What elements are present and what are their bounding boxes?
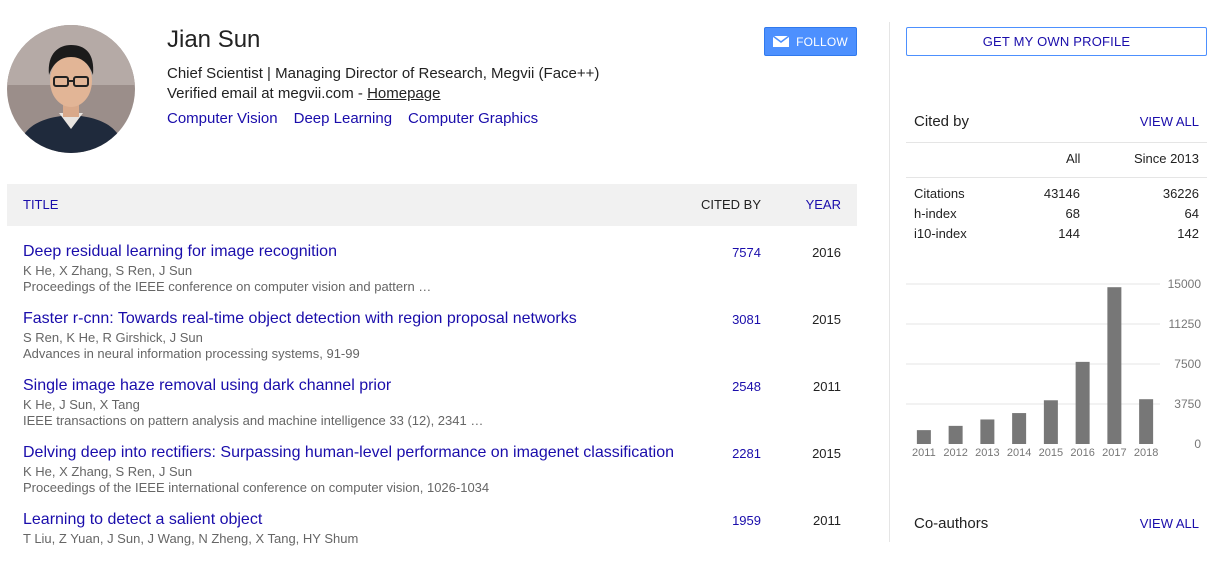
publication-title[interactable]: Learning to detect a salient object	[23, 511, 262, 529]
publication-year: 2015	[812, 312, 841, 327]
chart-bar	[980, 419, 995, 444]
table-row: Deep residual learning for image recogni…	[7, 243, 857, 310]
publication-authors: K He, X Zhang, S Ren, J Sun	[23, 263, 193, 278]
x-tick-label: 2013	[975, 447, 999, 459]
publication-year: 2016	[812, 245, 841, 260]
publication-year: 2015	[812, 446, 841, 461]
publication-venue: Proceedings of the IEEE conference on co…	[23, 279, 432, 294]
cited-by-count[interactable]: 2281	[732, 446, 761, 461]
interest-computer-vision[interactable]: Computer Vision	[167, 110, 278, 127]
interest-deep-learning[interactable]: Deep Learning	[294, 110, 392, 127]
stat-all: 43146	[1043, 186, 1080, 201]
y-tick-label: 15000	[1168, 277, 1202, 291]
publication-authors: K He, X Zhang, S Ren, J Sun	[23, 464, 193, 479]
chart-bar	[1043, 400, 1058, 444]
sort-by-title[interactable]: TITLE	[23, 197, 58, 212]
profile-name: Jian Sun	[167, 26, 261, 53]
cited-by-count[interactable]: 3081	[732, 312, 761, 327]
y-tick-label: 11250	[1169, 317, 1202, 331]
cited-by-heading: Cited by	[914, 113, 970, 130]
x-tick-label: 2016	[1070, 447, 1094, 459]
interest-computer-graphics[interactable]: Computer Graphics	[408, 110, 538, 127]
cited-by-count[interactable]: 1959	[732, 513, 761, 528]
table-row: Learning to detect a salient object T Li…	[7, 511, 857, 578]
stat-row-h-index: h-index 68 64	[906, 206, 1207, 226]
verified-email-text: Verified email at megvii.com -	[167, 85, 368, 102]
table-row: Faster r-cnn: Towards real-time object d…	[7, 310, 857, 377]
publication-title[interactable]: Delving deep into rectifiers: Surpassing…	[23, 444, 674, 462]
divider	[906, 142, 1207, 143]
y-tick-label: 7500	[1174, 357, 1201, 371]
cited-by-count[interactable]: 7574	[732, 245, 761, 260]
profile-avatar	[7, 25, 135, 153]
publication-authors: S Ren, K He, R Girshick, J Sun	[23, 330, 203, 345]
stat-since: 36226	[1162, 186, 1199, 201]
publication-title[interactable]: Deep residual learning for image recogni…	[23, 243, 337, 261]
stat-all: 144	[1058, 226, 1080, 241]
envelope-icon	[773, 36, 790, 47]
research-interests: Computer Vision Deep Learning Computer Gra…	[167, 110, 554, 127]
sort-by-year[interactable]: YEAR	[806, 197, 841, 212]
publication-title[interactable]: Faster r-cnn: Towards real-time object d…	[23, 310, 577, 328]
divider	[906, 177, 1207, 178]
publication-venue: IEEE transactions on pattern analysis an…	[23, 413, 484, 428]
publication-authors: K He, J Sun, X Tang	[23, 397, 140, 412]
x-tick-label: 2014	[1007, 447, 1031, 459]
publication-year: 2011	[813, 379, 841, 394]
y-tick-label: 3750	[1174, 397, 1201, 411]
chart-bar	[1075, 361, 1090, 444]
follow-button[interactable]: FOLLOW	[764, 27, 857, 56]
cited-by-view-all-link[interactable]: VIEW ALL	[1140, 114, 1199, 129]
x-tick-label: 2011	[912, 447, 936, 459]
publication-year: 2011	[813, 513, 841, 528]
x-tick-label: 2017	[1102, 447, 1126, 459]
table-row: Single image haze removal using dark cha…	[7, 377, 857, 444]
get-own-profile-button[interactable]: GET MY OWN PROFILE	[906, 27, 1207, 56]
homepage-link[interactable]: Homepage	[367, 85, 440, 102]
citations-per-year-chart: 15000 11250 7500 3750 0 2011 2012 2013 2014 2015 2…	[906, 277, 1202, 459]
chart-bar	[1139, 399, 1154, 444]
y-tick-label: 0	[1194, 437, 1201, 451]
chart-bar	[916, 430, 931, 444]
coauthors-heading: Co-authors	[914, 515, 989, 532]
stat-label: i10-index	[914, 226, 967, 241]
coauthors-view-all-link[interactable]: VIEW ALL	[1140, 516, 1199, 531]
profile-affiliation: Chief Scientist | Managing Director of R…	[167, 65, 600, 82]
stat-since: 142	[1177, 226, 1199, 241]
stat-all: 68	[1065, 206, 1080, 221]
publication-title[interactable]: Single image haze removal using dark cha…	[23, 377, 391, 395]
stat-label: Citations	[914, 186, 965, 201]
profile-email: Verified email at megvii.com - Homepage	[167, 85, 440, 102]
publications-table-header: TITLE CITED BY YEAR	[7, 184, 857, 226]
column-since-header: Since 2013	[1133, 151, 1199, 166]
sort-by-cited[interactable]: CITED BY	[701, 197, 761, 212]
chart-bar	[948, 425, 963, 444]
column-divider	[889, 22, 890, 542]
publication-authors: T Liu, Z Yuan, J Sun, J Wang, N Zheng, X…	[23, 531, 359, 546]
cited-by-count[interactable]: 2548	[732, 379, 761, 394]
x-tick-label: 2015	[1039, 447, 1063, 459]
publication-venue: Proceedings of the IEEE international co…	[23, 480, 490, 495]
publication-venue: Advances in neural information processin…	[23, 346, 360, 361]
x-tick-label: 2018	[1134, 447, 1158, 459]
x-tick-label: 2012	[943, 447, 967, 459]
stat-since: 64	[1184, 206, 1199, 221]
stat-row-i10-index: i10-index 144 142	[906, 226, 1207, 246]
chart-bar	[1107, 287, 1122, 444]
chart-bar	[1012, 413, 1027, 444]
follow-label: FOLLOW	[796, 34, 848, 49]
table-row: Delving deep into rectifiers: Surpassing…	[7, 444, 857, 511]
stat-row-citations: Citations 43146 36226	[906, 186, 1207, 206]
column-all-header: All	[1066, 151, 1081, 166]
stat-label: h-index	[914, 206, 957, 221]
